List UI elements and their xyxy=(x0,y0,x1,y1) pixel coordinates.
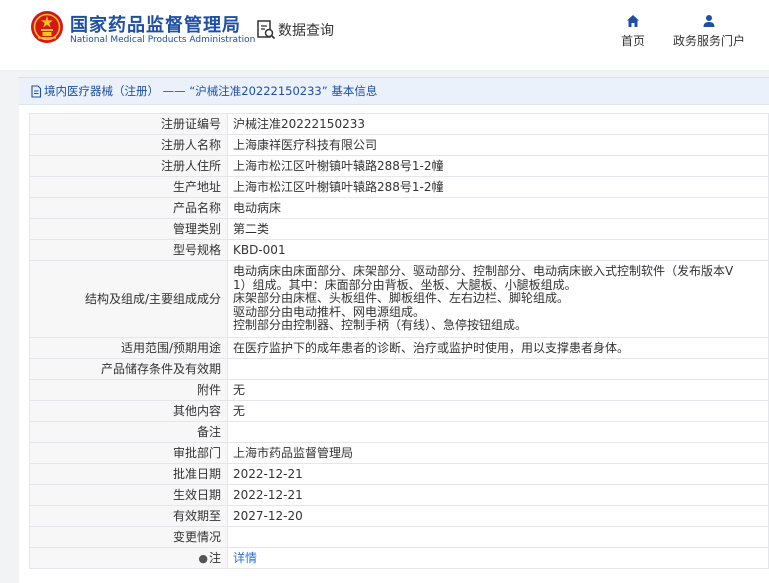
field-value xyxy=(227,526,769,548)
data-query-icon xyxy=(257,20,276,40)
field-label: 备注 xyxy=(29,421,228,443)
field-label: 注册证编号 xyxy=(29,113,228,135)
nav-service-label: 政务服务门户 xyxy=(672,34,745,48)
field-value xyxy=(227,358,769,380)
table-row: 审批部门 上海市药品监督管理局 xyxy=(29,442,769,464)
document-icon xyxy=(31,84,42,98)
national-emblem-icon xyxy=(31,11,63,43)
field-value: 无 xyxy=(227,379,769,401)
site-header: 国家药品监督管理局 National Medical Products Admi… xyxy=(0,0,769,70)
user-icon xyxy=(703,15,715,27)
field-label: 生产地址 xyxy=(29,176,228,198)
table-row: ●注 详情 xyxy=(29,547,769,569)
field-label: 附件 xyxy=(29,379,228,401)
field-label: 结构及组成/主要组成成分 xyxy=(29,260,228,338)
table-row: 适用范围/预期用途 在医疗监护下的成年患者的诊断、治疗或监护时使用，用以支撑患者… xyxy=(29,337,769,359)
field-label: 审批部门 xyxy=(29,442,228,464)
table-row: 注册人住所 上海市松江区叶榭镇叶辕路288号1-2幢 xyxy=(29,155,769,177)
info-table: 注册证编号 沪械注准20222150233 注册人名称 上海康祥医疗科技有限公司… xyxy=(29,113,769,569)
table-row: 产品储存条件及有效期 xyxy=(29,358,769,380)
field-value: 上海康祥医疗科技有限公司 xyxy=(227,134,769,156)
field-value: 上海市松江区叶榭镇叶辕路288号1-2幢 xyxy=(227,176,769,198)
field-label: 适用范围/预期用途 xyxy=(29,337,228,359)
table-row: 其他内容 无 xyxy=(29,400,769,422)
field-value: 沪械注准20222150233 xyxy=(227,113,769,135)
table-row: 结构及组成/主要组成成分 电动病床由床面部分、床架部分、驱动部分、控制部分、电动… xyxy=(29,260,769,338)
field-value: 电动病床 xyxy=(227,197,769,219)
field-label: 生效日期 xyxy=(29,484,228,506)
field-label: 注册人住所 xyxy=(29,155,228,177)
data-query-label: 数据查询 xyxy=(278,23,334,39)
field-value: 第二类 xyxy=(227,218,769,240)
field-value: 无 xyxy=(227,400,769,422)
table-row: 有效期至 2027-12-20 xyxy=(29,505,769,527)
field-value: 2027-12-20 xyxy=(227,505,769,527)
field-value xyxy=(227,421,769,443)
data-query-nav[interactable]: 数据查询 xyxy=(256,18,334,42)
table-row: 产品名称 电动病床 xyxy=(29,197,769,219)
text-line: 床架部分由床框、头板组件、脚板组件、左右边栏、脚轮组成。 xyxy=(233,291,570,306)
site-title: 国家药品监督管理局 xyxy=(70,15,241,36)
nav-home[interactable]: 首页 xyxy=(618,14,648,49)
table-row: 型号规格 KBD-001 xyxy=(29,239,769,261)
field-label: 其他内容 xyxy=(29,400,228,422)
panel-title: 境内医疗器械（注册） —— “沪械注准20222150233” 基本信息 xyxy=(44,84,378,98)
field-value: 在医疗监护下的成年患者的诊断、治疗或监护时使用，用以支撑患者身体。 xyxy=(227,337,769,359)
panel-header: 境内医疗器械（注册） —— “沪械注准20222150233” 基本信息 xyxy=(19,78,769,105)
field-label: 变更情况 xyxy=(29,526,228,548)
field-label: 产品名称 xyxy=(29,197,228,219)
field-label: 型号规格 xyxy=(29,239,228,261)
field-value: KBD-001 xyxy=(227,239,769,261)
nav-service-portal[interactable]: 政务服务门户 xyxy=(670,14,748,49)
field-value: 上海市松江区叶榭镇叶辕路288号1-2幢 xyxy=(227,155,769,177)
text-line: 控制部分由控制器、控制手柄（有线）、急停按钮组成。 xyxy=(233,318,528,333)
field-value: 2022-12-21 xyxy=(227,484,769,506)
table-row: 变更情况 xyxy=(29,526,769,548)
pin-icon: ● xyxy=(198,551,208,565)
field-label: 有效期至 xyxy=(29,505,228,527)
field-label: 注 xyxy=(208,550,221,565)
field-value: 详情 xyxy=(227,547,769,569)
text-line: 电动病床由床面部分、床架部分、驱动部分、控制部分、电动病床嵌入式控制软件（发布版… xyxy=(233,264,734,279)
field-value: 2022-12-21 xyxy=(227,463,769,485)
note-label-cell: ●注 xyxy=(29,547,228,569)
home-icon xyxy=(627,15,639,27)
table-row: 管理类别 第二类 xyxy=(29,218,769,240)
nav-home-label: 首页 xyxy=(620,34,645,48)
field-value-multiline: 电动病床由床面部分、床架部分、驱动部分、控制部分、电动病床嵌入式控制软件（发布版… xyxy=(227,260,769,338)
table-row: 注册证编号 沪械注准20222150233 xyxy=(29,113,769,135)
site-subtitle: National Medical Products Administration xyxy=(70,35,256,45)
details-link[interactable]: 详情 xyxy=(233,551,257,565)
table-row: 生产地址 上海市松江区叶榭镇叶辕路288号1-2幢 xyxy=(29,176,769,198)
field-label: 注册人名称 xyxy=(29,134,228,156)
field-label: 产品储存条件及有效期 xyxy=(29,358,228,380)
field-label: 批准日期 xyxy=(29,463,228,485)
field-value: 上海市药品监督管理局 xyxy=(227,442,769,464)
table-row: 附件 无 xyxy=(29,379,769,401)
field-label: 管理类别 xyxy=(29,218,228,240)
table-row: 生效日期 2022-12-21 xyxy=(29,484,769,506)
table-row: 备注 xyxy=(29,421,769,443)
table-row: 注册人名称 上海康祥医疗科技有限公司 xyxy=(29,134,769,156)
table-row: 批准日期 2022-12-21 xyxy=(29,463,769,485)
info-panel: 境内医疗器械（注册） —— “沪械注准20222150233” 基本信息 注册证… xyxy=(19,77,769,583)
